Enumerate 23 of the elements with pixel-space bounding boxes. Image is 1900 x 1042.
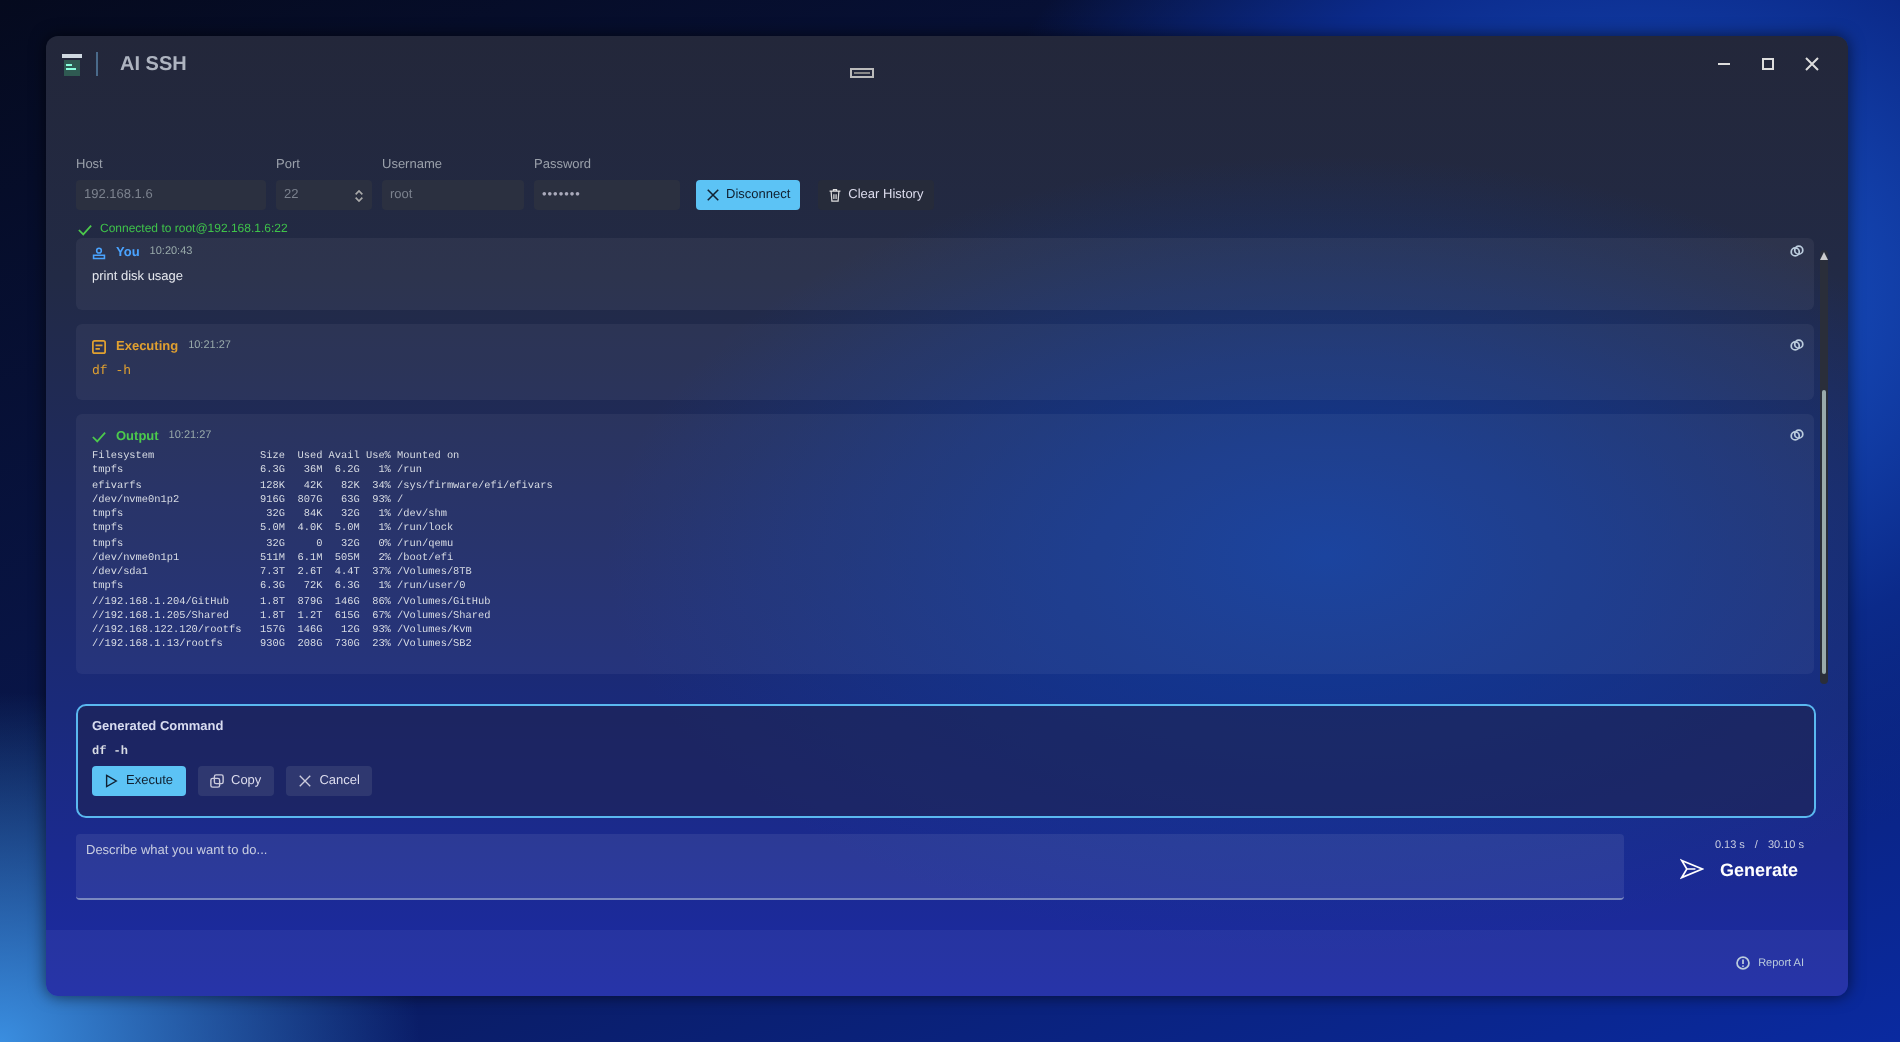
app-icon xyxy=(62,53,82,75)
drag-handle-icon xyxy=(849,67,874,77)
person-icon xyxy=(92,245,106,259)
scrollbar[interactable] xyxy=(1820,250,1828,684)
stepper-icon xyxy=(354,187,364,203)
check-icon xyxy=(92,429,106,443)
copy-icon[interactable] xyxy=(1790,428,1804,442)
copy-icon xyxy=(209,774,223,788)
info-icon xyxy=(1736,956,1751,970)
copy-icon[interactable] xyxy=(1790,244,1804,258)
terminal-icon xyxy=(92,339,106,353)
window-title: AI SSH xyxy=(120,53,187,75)
check-icon xyxy=(78,224,92,236)
copy-icon[interactable] xyxy=(1790,338,1804,352)
scroll-up-arrow-icon[interactable] xyxy=(1820,252,1828,260)
close-icon xyxy=(706,188,720,202)
close-icon xyxy=(297,774,312,788)
maximize-icon[interactable] xyxy=(1760,56,1776,72)
close-icon[interactable] xyxy=(1804,56,1820,72)
generate-button[interactable]: Generate xyxy=(1679,858,1798,880)
play-icon xyxy=(104,774,118,788)
send-icon xyxy=(1679,858,1704,880)
trash-icon xyxy=(828,188,843,202)
